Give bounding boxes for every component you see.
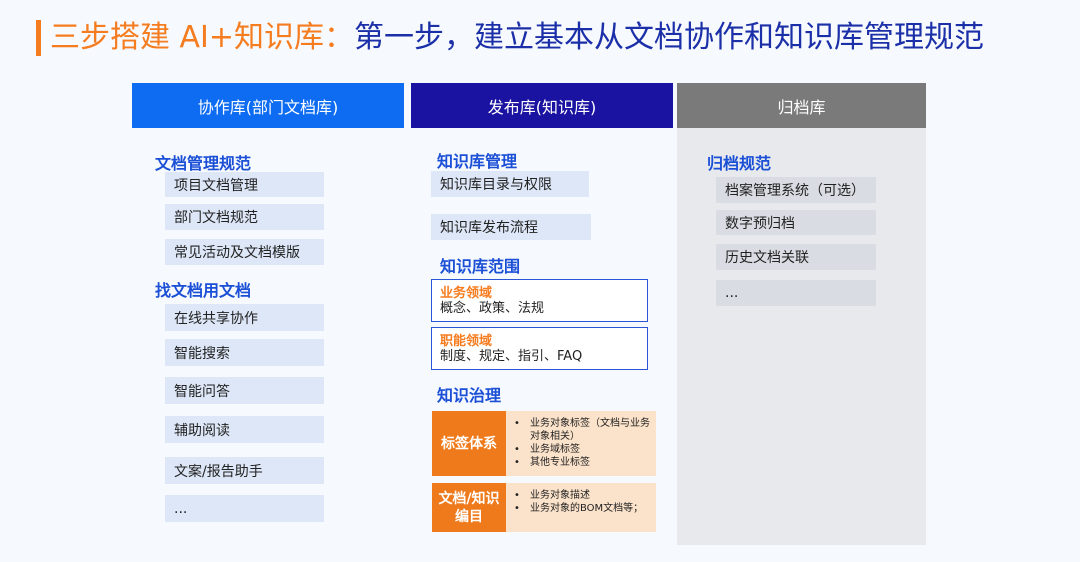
scope-box-title: 业务领域 bbox=[440, 286, 493, 301]
scope-box-title: 职能领域 bbox=[440, 334, 493, 349]
scope-box-body: 概念、政策、法规 bbox=[440, 301, 545, 316]
section-archive-standards: 归档规范 bbox=[707, 154, 772, 173]
title-prefix: 三步搭建 AI+知识库： bbox=[50, 20, 355, 55]
list-item: 部门文档规范 bbox=[165, 204, 324, 230]
collab-library-header: 协作库(部门文档库) bbox=[132, 83, 404, 128]
catalog-label: 文档/知识编目 bbox=[432, 483, 506, 532]
catalog-bullets: • 业务对象描述 • 业务对象的BOM文档等； bbox=[514, 489, 650, 515]
list-item: ... bbox=[165, 495, 324, 522]
section-kb-governance: 知识治理 bbox=[437, 386, 502, 405]
title-main: 第一步，建立基本从文档协作和知识库管理规范 bbox=[354, 20, 985, 55]
scope-box-business: 业务领域 概念、政策、法规 bbox=[431, 279, 648, 322]
list-item: ... bbox=[716, 280, 876, 306]
list-item: 知识库目录与权限 bbox=[431, 171, 589, 197]
section-find-use-docs: 找文档用文档 bbox=[155, 281, 252, 300]
list-item: 智能搜索 bbox=[165, 339, 324, 366]
list-item: 项目文档管理 bbox=[165, 172, 324, 197]
list-item: 在线共享协作 bbox=[165, 304, 324, 331]
bullet-item: • 业务对象的BOM文档等； bbox=[514, 503, 644, 514]
bullet-item: • 业务域标签 bbox=[514, 444, 580, 455]
tag-system-block: 标签体系 • 业务对象标签（文档与业务对象相关） • 业务域标签 • 其他专业标签 bbox=[432, 411, 656, 476]
catalog-block: 文档/知识编目 • 业务对象描述 • 业务对象的BOM文档等； bbox=[432, 483, 656, 532]
section-kb-management: 知识库管理 bbox=[437, 152, 518, 171]
tag-system-label: 标签体系 bbox=[432, 411, 506, 476]
publish-library-header: 发布库(知识库) bbox=[411, 83, 673, 128]
list-item: 历史文档关联 bbox=[716, 244, 876, 270]
tag-system-bullets: • 业务对象标签（文档与业务对象相关） • 业务域标签 • 其他专业标签 bbox=[514, 417, 650, 469]
bullet-item: • 业务对象标签（文档与业务对象相关） bbox=[514, 418, 650, 442]
list-item: 档案管理系统（可选） bbox=[716, 177, 876, 203]
bullet-item: • 业务对象描述 bbox=[514, 490, 590, 501]
section-kb-scope: 知识库范围 bbox=[440, 257, 521, 276]
page-title: 三步搭建 AI+知识库：第一步，建立基本从文档协作和知识库管理规范 bbox=[50, 18, 984, 58]
list-item: 辅助阅读 bbox=[165, 416, 324, 443]
list-item: 常见活动及文档模版 bbox=[165, 239, 324, 265]
bullet-item: • 其他专业标签 bbox=[514, 457, 590, 468]
archive-library-header: 归档库 bbox=[677, 83, 926, 128]
list-item: 智能问答 bbox=[165, 377, 324, 404]
section-doc-management: 文档管理规范 bbox=[155, 154, 252, 173]
scope-box-body: 制度、规定、指引、FAQ bbox=[440, 349, 583, 364]
scope-box-function: 职能领域 制度、规定、指引、FAQ bbox=[431, 327, 648, 370]
title-accent-bar bbox=[36, 20, 41, 56]
list-item: 数字预归档 bbox=[716, 210, 876, 235]
list-item: 文案/报告助手 bbox=[165, 457, 324, 484]
list-item: 知识库发布流程 bbox=[431, 214, 591, 240]
